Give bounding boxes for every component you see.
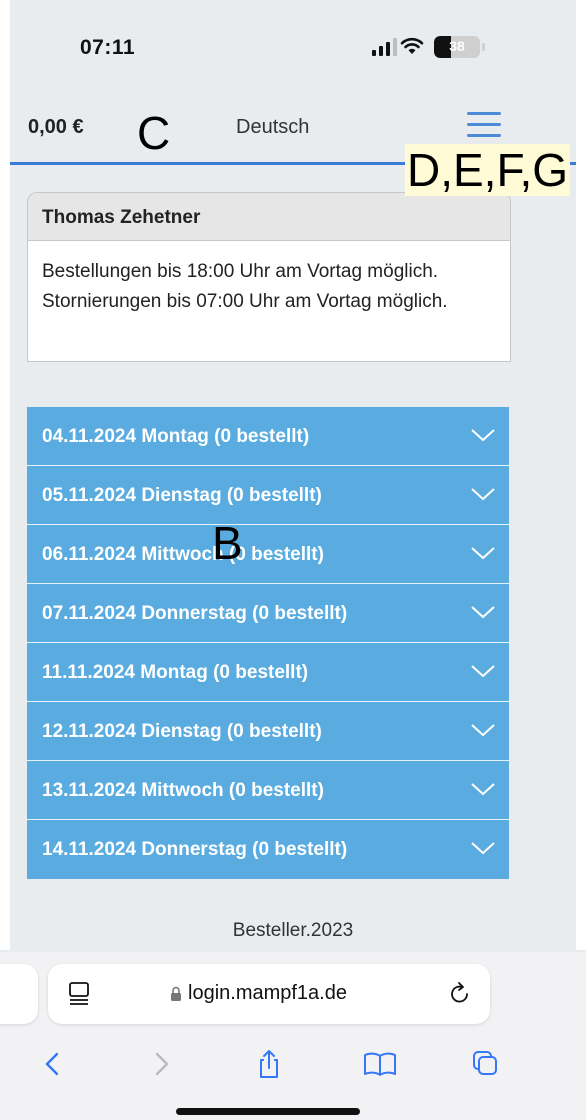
tabs-icon[interactable] [470,1048,500,1080]
day-item[interactable]: 11.11.2024 Montag (0 bestellt) [27,643,509,702]
url-display[interactable]: login.mampf1a.de [170,982,347,1005]
browser-toolbar [0,1048,586,1088]
left-edge [0,0,10,950]
day-item[interactable]: 14.11.2024 Donnerstag (0 bestellt) [27,820,509,879]
page-menu-icon[interactable] [68,981,90,1007]
day-item[interactable]: 04.11.2024 Montag (0 bestellt) [27,407,509,466]
day-label: 06.11.2024 Mittwoch (0 bestellt) [42,544,324,565]
reload-icon[interactable] [448,980,472,1006]
day-label: 14.11.2024 Donnerstag (0 bestellt) [42,839,348,860]
address-bar[interactable]: login.mampf1a.de [48,964,490,1024]
battery-icon: 38 [434,36,486,58]
battery-percent: 38 [449,38,465,54]
day-label: 07.11.2024 Donnerstag (0 bestellt) [42,603,348,624]
annotation-c: C [137,107,171,159]
user-name: Thomas Zehetner [28,193,510,241]
browser-bottom-bar: login.mampf1a.de [0,952,586,1120]
language-selector[interactable]: Deutsch [236,116,309,139]
footer-text: Besteller.2023 [232,920,354,941]
day-label: 04.11.2024 Montag (0 bestellt) [42,426,310,447]
status-time: 07:11 [80,36,136,59]
chevron-down-icon [471,429,495,442]
day-accordion: 04.11.2024 Montag (0 bestellt) 05.11.202… [27,407,509,879]
chevron-down-icon [471,606,495,619]
url-text: login.mampf1a.de [188,982,347,1004]
wifi-icon [400,37,424,54]
order-rules-text: Bestellungen bis 18:00 Uhr am Vortag mög… [42,261,448,312]
previous-tab-peek[interactable] [0,964,38,1024]
annotation-menu: D,E,F,G [405,144,571,196]
day-label: 12.11.2024 Dienstag (0 bestellt) [42,721,322,742]
annotation-b: B [212,517,243,569]
chevron-down-icon [471,488,495,501]
bookmarks-icon[interactable] [362,1048,398,1080]
lock-icon [171,986,181,1001]
day-label: 05.11.2024 Dienstag (0 bestellt) [42,485,322,506]
chevron-down-icon [471,783,495,796]
status-bar: 07:11 38 [0,0,586,90]
user-info-card: Thomas Zehetner Bestellungen bis 18:00 U… [27,192,511,362]
day-item[interactable]: 12.11.2024 Dienstag (0 bestellt) [27,702,509,761]
chevron-down-icon [471,842,495,855]
balance-display[interactable]: 0,00 € [28,116,84,139]
right-edge [576,0,586,950]
back-icon[interactable] [38,1048,68,1080]
chevron-down-icon [471,665,495,678]
day-label: 11.11.2024 Montag (0 bestellt) [42,662,309,683]
day-label: 13.11.2024 Mittwoch (0 bestellt) [42,780,324,801]
forward-icon[interactable] [146,1048,176,1080]
day-item[interactable]: 13.11.2024 Mittwoch (0 bestellt) [27,761,509,820]
day-item[interactable]: 06.11.2024 Mittwoch (0 bestellt) [27,525,509,584]
chevron-down-icon [471,724,495,737]
cellular-signal-icon [372,38,397,56]
menu-hamburger-icon[interactable] [467,110,501,140]
home-indicator [176,1108,360,1115]
day-item[interactable]: 07.11.2024 Donnerstag (0 bestellt) [27,584,509,643]
share-icon[interactable] [254,1048,284,1080]
chevron-down-icon [471,547,495,560]
phone-screen: 07:11 38 0,00 € Deutsch C D,E,F,G Thomas… [0,0,586,1120]
day-item[interactable]: 05.11.2024 Dienstag (0 bestellt) [27,466,509,525]
